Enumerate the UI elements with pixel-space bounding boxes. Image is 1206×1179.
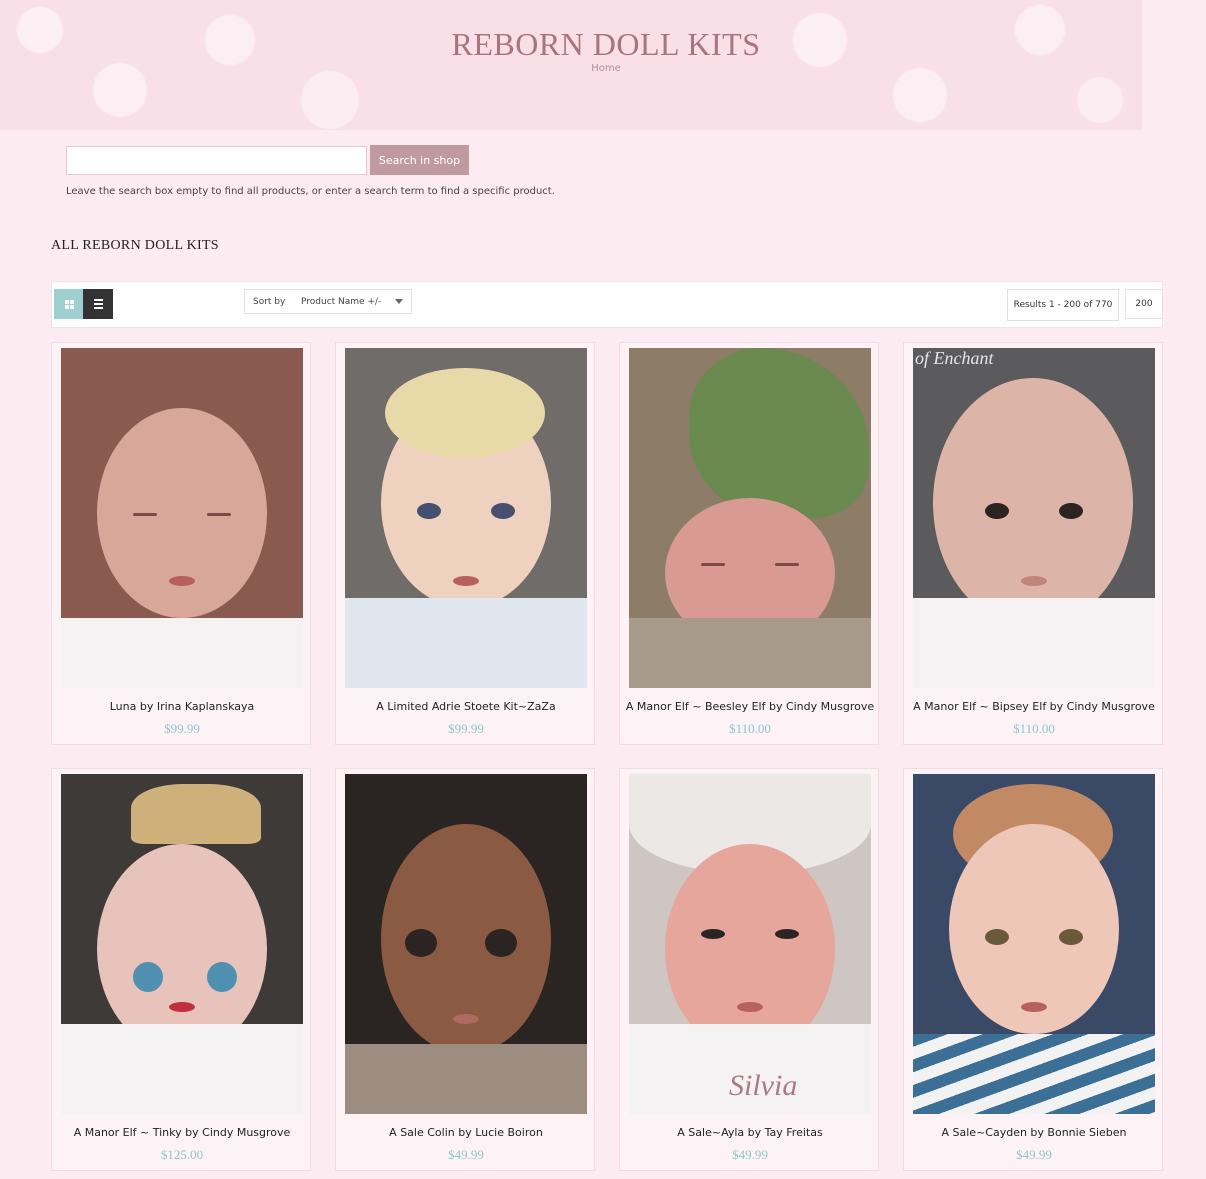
product-image[interactable]: of Enchant [913,348,1155,688]
product-title[interactable]: A Limited Adrie Stoete Kit~ZaZa [336,700,596,713]
sort-select[interactable]: Sort by Product Name +/- [244,289,412,314]
product-card[interactable]: A Manor Elf ~ Tinky by Cindy Musgrove $1… [51,768,311,1171]
product-card[interactable]: A Sale~Cayden by Bonnie Sieben $49.99 [903,768,1163,1171]
product-price: $49.99 [448,1147,484,1162]
sort-value: Product Name +/- [301,297,382,307]
product-image[interactable] [913,774,1155,1114]
product-price: $49.99 [1016,1147,1052,1162]
list-view-icon [93,299,103,309]
per-page-select[interactable]: 200 [1125,289,1163,319]
product-image[interactable] [61,774,303,1114]
image-watermark: Silvia [729,1069,798,1102]
product-image[interactable] [629,348,871,688]
product-price: $99.99 [164,721,200,736]
product-price: $125.00 [160,1147,204,1162]
grid-view-icon [64,299,74,309]
product-price: $110.00 [729,721,771,736]
product-image[interactable] [61,348,303,688]
product-title[interactable]: A Sale~Cayden by Bonnie Sieben [904,1126,1164,1139]
product-card[interactable]: of Enchant A Manor Elf ~ Bipsey Elf by C… [903,342,1163,745]
product-title[interactable]: A Sale Colin by Lucie Boiron [336,1126,596,1139]
product-image[interactable] [345,348,587,688]
product-title[interactable]: Luna by Irina Kaplanskaya [52,700,312,713]
page-title: REBORN DOLL KITS [451,26,761,62]
results-count: Results 1 - 200 of 770 [1007,289,1119,321]
product-price: $110.00 [1013,721,1055,736]
search-button[interactable]: Search in shop [370,145,469,175]
section-title: ALL REBORN DOLL KITS [51,238,219,253]
search-hint: Leave the search box empty to find all p… [66,186,555,197]
image-watermark: of Enchant [915,348,994,368]
product-image[interactable] [345,774,587,1114]
breadcrumb-home[interactable]: Home [0,63,1206,74]
list-view-button[interactable] [83,289,113,319]
product-title[interactable]: A Manor Elf ~ Beesley Elf by Cindy Musgr… [620,700,880,713]
chevron-down-icon [395,299,403,304]
search-input[interactable] [66,146,367,175]
product-image[interactable]: Silvia [629,774,871,1114]
product-title[interactable]: A Manor Elf ~ Bipsey Elf by Cindy Musgro… [904,700,1164,713]
product-title[interactable]: A Sale~Ayla by Tay Freitas [620,1126,880,1139]
product-title[interactable]: A Manor Elf ~ Tinky by Cindy Musgrove [52,1126,312,1139]
grid-view-button[interactable] [54,289,84,319]
product-card[interactable]: Luna by Irina Kaplanskaya $99.99 [51,342,311,745]
sort-label: Sort by [253,297,286,307]
product-card[interactable]: A Manor Elf ~ Beesley Elf by Cindy Musgr… [619,342,879,745]
product-price: $99.99 [448,721,484,736]
product-grid: Luna by Irina Kaplanskaya $99.99 A Limit… [51,342,1163,1171]
product-card[interactable]: A Limited Adrie Stoete Kit~ZaZa $99.99 [335,342,595,745]
product-card[interactable]: A Sale Colin by Lucie Boiron $49.99 [335,768,595,1171]
product-toolbar: Sort by Product Name +/- Results 1 - 200… [51,281,1163,328]
product-card[interactable]: Silvia A Sale~Ayla by Tay Freitas $49.99 [619,768,879,1171]
product-price: $49.99 [732,1147,768,1162]
